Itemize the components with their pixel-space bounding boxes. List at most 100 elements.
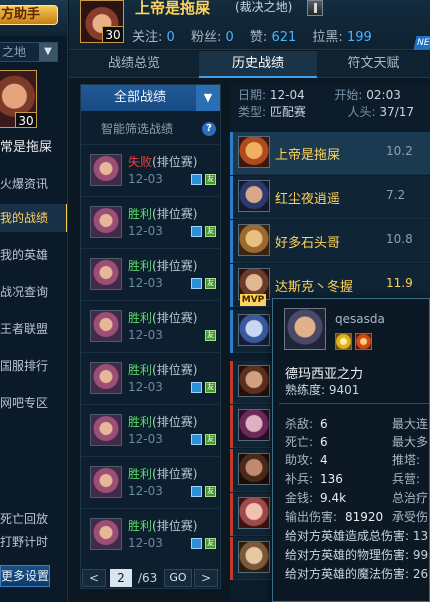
match-date: 12-03 — [128, 380, 163, 394]
match-result: 胜利(排位赛) — [128, 259, 198, 273]
champion-avatar — [90, 206, 122, 238]
friend-icon: 友 — [205, 226, 216, 237]
nav-item-my-records[interactable]: 我的战绩 — [0, 204, 67, 232]
match-type: 匹配赛 — [269, 105, 306, 119]
nav-item-server-ranking[interactable]: 国服排行 — [0, 352, 67, 380]
image-icon — [191, 434, 202, 445]
damage-magic: 给对方英雄的魔法伤害: 26 — [285, 567, 429, 581]
image-icon — [191, 226, 202, 237]
champion-avatar — [238, 365, 270, 397]
player-score: 7.2 — [386, 188, 406, 202]
match-item[interactable]: 胜利(排位赛) 12-03 友 — [81, 456, 220, 508]
champion-avatar — [90, 310, 122, 342]
more-settings-button[interactable]: 更多设置 — [0, 565, 50, 587]
nav-item-my-heroes[interactable]: 我的英雄 — [0, 241, 67, 269]
block-count[interactable]: 199 — [347, 30, 372, 45]
nav-item-jungle-timer[interactable]: 打野计时 — [0, 533, 67, 550]
match-result: 胜利(排位赛) — [128, 467, 198, 481]
next-page-button[interactable]: > — [194, 569, 218, 587]
player-row[interactable]: 好多石头哥 10.8 — [230, 220, 430, 263]
tab-runes[interactable]: 符文天赋 — [317, 51, 430, 78]
follow-count[interactable]: 0 — [167, 30, 175, 45]
fans-count[interactable]: 0 — [225, 30, 233, 45]
image-icon — [191, 382, 202, 393]
app-logo: 方助手 — [0, 5, 58, 25]
match-item[interactable]: 胜利(排位赛) 12-03 友 — [81, 352, 220, 404]
nav-item-netcafe[interactable]: 网吧专区 — [0, 389, 67, 417]
sword-icon — [307, 0, 323, 16]
tab-overview[interactable]: 战绩总览 — [69, 51, 199, 78]
kill-score: 37/17 — [379, 105, 415, 119]
server-name: (裁决之地) — [235, 0, 293, 14]
image-icon — [191, 486, 202, 497]
filter-dropdown[interactable]: 全部战绩 ▼ — [81, 85, 220, 111]
tooltip-username: qesasda — [335, 312, 385, 326]
tab-history[interactable]: 历史战绩 — [199, 51, 317, 78]
match-item[interactable]: 胜利(排位赛) 12-03 友 — [81, 300, 220, 352]
sidebar: 方助手 之地 ▼ 30 常是拖屎 火爆资讯 我的战绩 我的英雄 战况查询 王者联… — [0, 0, 68, 602]
match-date: 12-03 — [128, 432, 163, 446]
damage-total: 给对方英雄造成总伤害: 13 — [285, 529, 429, 543]
nav-item-record-query[interactable]: 战况查询 — [0, 278, 67, 306]
champion-avatar — [238, 541, 270, 573]
champion-avatar — [238, 497, 270, 529]
page-total: /63 — [138, 571, 158, 585]
new-badge: NE — [413, 36, 430, 50]
fans-label: 粉丝: — [190, 30, 222, 45]
nav-item-news[interactable]: 火爆资讯 — [0, 170, 67, 198]
player-row[interactable]: 红尘夜逍遥 7.2 — [230, 176, 430, 219]
chevron-down-icon[interactable]: ▼ — [196, 85, 220, 111]
friend-icon: 友 — [205, 174, 216, 185]
image-icon — [191, 174, 202, 185]
stat-row: 输出伤害: 81920 承受伤 — [285, 510, 429, 524]
player-score: 10.8 — [386, 232, 413, 246]
match-list: 全部战绩 ▼ 智能筛选战绩 ? 失败(排位赛) 12-03 友 胜利(排位赛) … — [80, 84, 221, 589]
match-item[interactable]: 胜利(排位赛) 12-03 友 — [81, 196, 220, 248]
summoner-name: 上帝是拖屎 — [135, 0, 211, 17]
player-name: 好多石头哥 — [275, 236, 341, 251]
start-time: 02:03 — [366, 88, 401, 102]
date-label: 日期: — [238, 88, 267, 102]
champion-avatar — [238, 180, 270, 212]
nav-item-death-replay[interactable]: 死亡回放 — [0, 510, 67, 527]
likes-label: 赞: — [249, 30, 268, 45]
player-detail-tooltip: qesasda 德玛西亚之力 熟练度: 9401 杀敌: 6 最大连 死亡: 6 最大多… — [272, 298, 430, 602]
match-result: 失败(排位赛) — [128, 155, 198, 169]
friend-icon: 友 — [205, 434, 216, 445]
match-item[interactable]: 失败(排位赛) 12-03 友 — [81, 144, 220, 196]
social-stats: 关注: 0 粉丝: 0 赞: 621 拉黑: 199 — [132, 26, 384, 45]
match-item[interactable]: 胜利(排位赛) 12-03 友 — [81, 404, 220, 456]
player-row[interactable]: 上帝是拖屎 10.2 — [230, 132, 430, 175]
page-input[interactable]: 2 — [110, 569, 132, 587]
match-date: 12-03 — [128, 328, 163, 342]
likes-count[interactable]: 621 — [271, 30, 296, 45]
champion-avatar — [90, 154, 122, 186]
people-label: 人头: — [347, 105, 376, 119]
proficiency-label: 熟练度: — [285, 383, 326, 397]
match-item[interactable]: 胜利(排位赛) 12-03 友 — [81, 508, 220, 560]
champion-avatar — [238, 409, 270, 441]
player-name: 达斯克丶冬握 — [275, 280, 354, 295]
match-date: 12-03 — [128, 276, 163, 290]
region-select[interactable]: 之地 ▼ — [0, 42, 58, 62]
type-label: 类型: — [238, 105, 267, 119]
player-score: 10.2 — [386, 144, 413, 158]
champion-avatar — [238, 136, 270, 168]
match-date: 12-03 — [128, 224, 163, 238]
stat-row: 补兵: 136 兵营: — [285, 472, 421, 486]
match-item[interactable]: 胜利(排位赛) 12-03 友 — [81, 248, 220, 300]
help-icon[interactable]: ? — [202, 122, 216, 136]
friend-icon: 友 — [205, 382, 216, 393]
nav-item-king-league[interactable]: 王者联盟 — [0, 315, 67, 343]
stat-row: 助攻: 4 推塔: — [285, 453, 421, 467]
go-button[interactable]: GO — [164, 569, 192, 587]
friend-icon: 友 — [205, 278, 216, 289]
match-date-value: 12-04 — [269, 88, 305, 102]
prev-page-button[interactable]: < — [82, 569, 106, 587]
tab-bar: 战绩总览 历史战绩 符文天赋 — [69, 51, 430, 78]
player-name: 红尘夜逍遥 — [275, 192, 341, 207]
chevron-down-icon[interactable]: ▼ — [39, 43, 57, 61]
champion-avatar — [90, 466, 122, 498]
image-icon — [191, 538, 202, 549]
smart-filter-link[interactable]: 智能筛选战绩 — [101, 120, 173, 137]
